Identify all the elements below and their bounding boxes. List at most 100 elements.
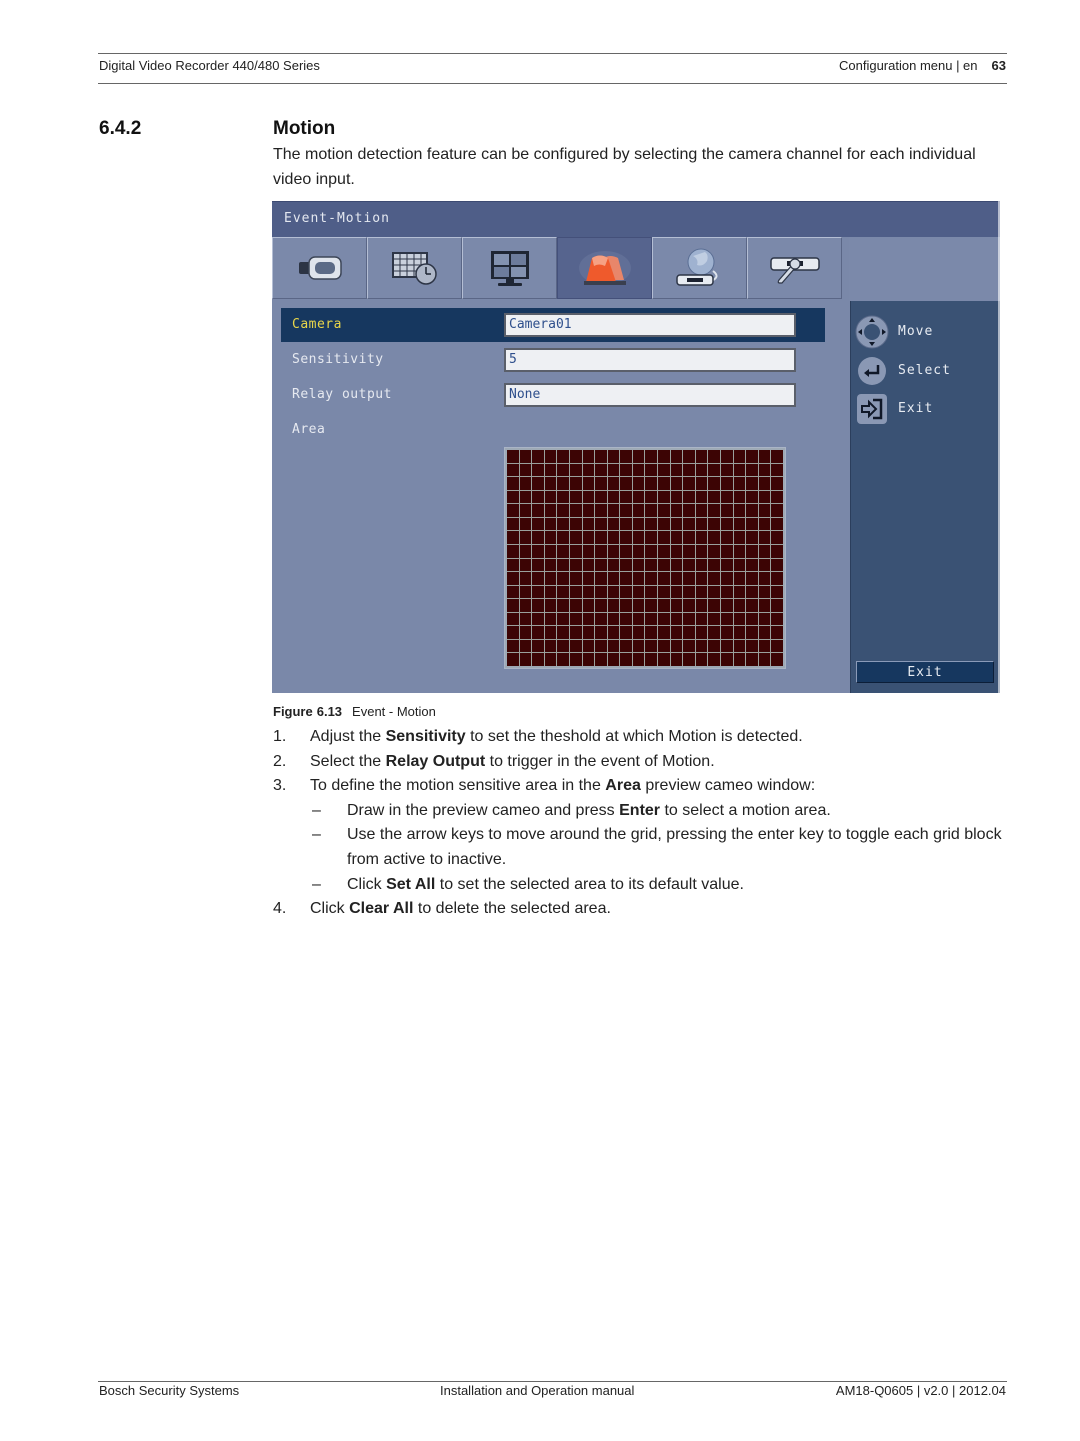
- grid-cell[interactable]: [507, 531, 519, 544]
- grid-cell[interactable]: [620, 558, 632, 572]
- grid-cell[interactable]: [708, 477, 721, 490]
- tab-display[interactable]: [462, 237, 557, 299]
- grid-cell[interactable]: [645, 639, 658, 653]
- tab-event[interactable]: [557, 237, 652, 299]
- grid-cell[interactable]: [746, 653, 758, 666]
- grid-cell[interactable]: [746, 504, 758, 517]
- grid-cell[interactable]: [695, 504, 708, 517]
- grid-cell[interactable]: [733, 653, 746, 666]
- grid-cell[interactable]: [519, 572, 532, 585]
- grid-cell[interactable]: [557, 626, 569, 639]
- grid-cell[interactable]: [532, 626, 544, 639]
- grid-cell[interactable]: [632, 544, 645, 558]
- grid-cell[interactable]: [708, 572, 721, 585]
- grid-cell[interactable]: [670, 531, 683, 544]
- grid-cell[interactable]: [595, 531, 607, 544]
- grid-cell[interactable]: [695, 517, 708, 531]
- grid-cell[interactable]: [544, 531, 557, 544]
- grid-cell[interactable]: [733, 572, 746, 585]
- grid-cell[interactable]: [733, 450, 746, 463]
- grid-cell[interactable]: [532, 653, 544, 666]
- exit-button[interactable]: Exit: [856, 661, 994, 683]
- grid-cell[interactable]: [695, 490, 708, 504]
- grid-cell[interactable]: [519, 504, 532, 517]
- grid-cell[interactable]: [658, 544, 670, 558]
- grid-cell[interactable]: [595, 544, 607, 558]
- grid-cell[interactable]: [519, 639, 532, 653]
- grid-cell[interactable]: [670, 490, 683, 504]
- grid-cell[interactable]: [721, 639, 733, 653]
- grid-cell[interactable]: [645, 572, 658, 585]
- grid-cell[interactable]: [607, 585, 620, 599]
- grid-cell[interactable]: [582, 463, 595, 477]
- grid-cell[interactable]: [758, 639, 771, 653]
- grid-cell[interactable]: [620, 612, 632, 626]
- grid-cell[interactable]: [582, 639, 595, 653]
- grid-cell[interactable]: [721, 531, 733, 544]
- grid-cell[interactable]: [620, 639, 632, 653]
- grid-cell[interactable]: [721, 504, 733, 517]
- grid-cell[interactable]: [708, 490, 721, 504]
- grid-cell[interactable]: [607, 558, 620, 572]
- grid-cell[interactable]: [582, 612, 595, 626]
- grid-cell[interactable]: [645, 450, 658, 463]
- grid-cell[interactable]: [733, 490, 746, 504]
- grid-cell[interactable]: [645, 585, 658, 599]
- grid-cell[interactable]: [695, 626, 708, 639]
- grid-cell[interactable]: [507, 653, 519, 666]
- grid-cell[interactable]: [620, 599, 632, 612]
- grid-cell[interactable]: [670, 544, 683, 558]
- grid-cell[interactable]: [758, 653, 771, 666]
- grid-cell[interactable]: [721, 450, 733, 463]
- grid-cell[interactable]: [557, 463, 569, 477]
- grid-cell[interactable]: [746, 612, 758, 626]
- grid-cell[interactable]: [532, 450, 544, 463]
- grid-cell[interactable]: [532, 599, 544, 612]
- grid-cell[interactable]: [557, 599, 569, 612]
- grid-cell[interactable]: [645, 558, 658, 572]
- grid-cell[interactable]: [695, 531, 708, 544]
- grid-cell[interactable]: [607, 477, 620, 490]
- grid-cell[interactable]: [595, 585, 607, 599]
- grid-cell[interactable]: [721, 517, 733, 531]
- grid-cell[interactable]: [645, 517, 658, 531]
- grid-cell[interactable]: [708, 544, 721, 558]
- grid-cell[interactable]: [746, 463, 758, 477]
- grid-cell[interactable]: [607, 544, 620, 558]
- grid-cell[interactable]: [695, 585, 708, 599]
- row-relay-output[interactable]: Relay output None: [281, 378, 825, 412]
- grid-cell[interactable]: [733, 599, 746, 612]
- motion-area-grid[interactable]: [507, 450, 783, 666]
- grid-cell[interactable]: [683, 639, 695, 653]
- grid-cell[interactable]: [658, 463, 670, 477]
- grid-cell[interactable]: [758, 463, 771, 477]
- grid-cell[interactable]: [569, 599, 582, 612]
- grid-cell[interactable]: [607, 463, 620, 477]
- grid-cell[interactable]: [708, 612, 721, 626]
- grid-cell[interactable]: [771, 517, 783, 531]
- grid-cell[interactable]: [683, 612, 695, 626]
- grid-cell[interactable]: [582, 490, 595, 504]
- grid-cell[interactable]: [569, 544, 582, 558]
- grid-cell[interactable]: [595, 558, 607, 572]
- grid-cell[interactable]: [670, 450, 683, 463]
- grid-cell[interactable]: [620, 572, 632, 585]
- grid-cell[interactable]: [733, 639, 746, 653]
- grid-cell[interactable]: [771, 639, 783, 653]
- grid-cell[interactable]: [771, 626, 783, 639]
- grid-cell[interactable]: [569, 639, 582, 653]
- grid-cell[interactable]: [620, 531, 632, 544]
- grid-cell[interactable]: [645, 612, 658, 626]
- grid-cell[interactable]: [746, 599, 758, 612]
- grid-cell[interactable]: [607, 639, 620, 653]
- grid-cell[interactable]: [544, 490, 557, 504]
- grid-cell[interactable]: [607, 517, 620, 531]
- grid-cell[interactable]: [683, 599, 695, 612]
- grid-cell[interactable]: [507, 517, 519, 531]
- grid-cell[interactable]: [632, 572, 645, 585]
- grid-cell[interactable]: [507, 572, 519, 585]
- grid-cell[interactable]: [683, 477, 695, 490]
- grid-cell[interactable]: [557, 490, 569, 504]
- grid-cell[interactable]: [695, 477, 708, 490]
- grid-cell[interactable]: [758, 626, 771, 639]
